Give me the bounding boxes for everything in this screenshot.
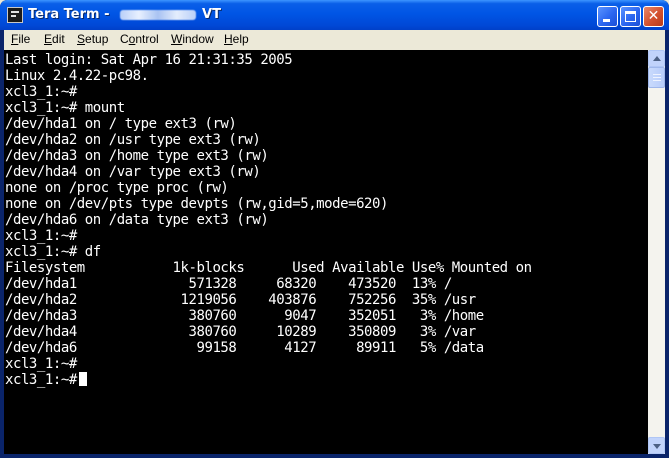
maximize-icon [625, 11, 636, 22]
terminal-output: Last login: Sat Apr 16 21:31:35 2005 Lin… [5, 52, 532, 388]
minimize-icon [603, 19, 610, 22]
menu-edit[interactable]: Edit [44, 32, 65, 46]
terminal-line: /dev/hda3 380760 9047 352051 3% /home [5, 308, 484, 324]
scrollbar-thumb[interactable] [648, 67, 665, 88]
menu-bar: File Edit Setup Control Window Help [4, 30, 665, 50]
redacted-hostname [120, 9, 197, 20]
terminal-line: xcl3_1:~# [5, 84, 77, 100]
terminal-line: /dev/hda2 1219056 403876 752256 35% /usr [5, 292, 476, 308]
terminal-line: Filesystem 1k-blocks Used Available Use%… [5, 260, 532, 276]
window-title-prefix: Tera Term - [28, 7, 115, 22]
close-button[interactable]: ✕ [643, 6, 664, 27]
terminal-line: /dev/hda4 on /var type ext3 (rw) [5, 164, 261, 180]
window-title-suffix: VT [202, 7, 221, 22]
terminal-line: none on /proc type proc (rw) [5, 180, 229, 196]
minimize-button[interactable] [597, 6, 618, 27]
terminal-line: /dev/hda1 on / type ext3 (rw) [5, 116, 237, 132]
title-bar[interactable]: Tera Term - VT ✕ [0, 0, 669, 30]
grip-line [653, 80, 661, 81]
menu-window[interactable]: Window [171, 32, 214, 46]
tera-term-window: Tera Term - VT ✕ File Edit Setup Control… [0, 0, 669, 458]
text-cursor [78, 372, 87, 386]
terminal-line: /dev/hda4 380760 10289 350809 3% /var [5, 324, 476, 340]
menu-setup[interactable]: Setup [77, 32, 108, 46]
terminal-line: /dev/hda6 on /data type ext3 (rw) [5, 212, 269, 228]
terminal-line: /dev/hda3 on /home type ext3 (rw) [5, 148, 269, 164]
terminal-screen[interactable]: Last login: Sat Apr 16 21:31:35 2005 Lin… [4, 50, 648, 454]
terminal-line: /dev/hda1 571328 68320 473520 13% / [5, 276, 452, 292]
terminal-line: /dev/hda6 99158 4127 89911 5% /data [5, 340, 484, 356]
grip-line [653, 77, 661, 78]
window-title: Tera Term - VT [28, 7, 221, 22]
terminal-line: Last login: Sat Apr 16 21:31:35 2005 [5, 52, 293, 68]
maximize-button[interactable] [620, 6, 641, 27]
terminal-line: xcl3_1:~# [5, 228, 77, 244]
terminal-line: Linux 2.4.22-pc98. [5, 68, 149, 84]
menu-control[interactable]: Control [120, 32, 159, 46]
scroll-down-button[interactable] [648, 437, 665, 454]
close-icon: ✕ [647, 8, 660, 24]
menu-file[interactable]: File [11, 32, 30, 46]
scroll-up-button[interactable] [648, 50, 665, 67]
terminal-prompt: xcl3_1:~# [5, 372, 77, 388]
terminal-line: none on /dev/pts type devpts (rw,gid=5,m… [5, 196, 388, 212]
tera-term-app-icon[interactable] [7, 7, 23, 23]
vertical-scrollbar[interactable] [648, 50, 665, 454]
menu-help[interactable]: Help [224, 32, 249, 46]
terminal-line: /dev/hda2 on /usr type ext3 (rw) [5, 132, 261, 148]
terminal-line: xcl3_1:~# mount [5, 100, 125, 116]
terminal-line: xcl3_1:~# [5, 356, 77, 372]
grip-line [653, 74, 661, 75]
terminal-line: xcl3_1:~# df [5, 244, 101, 260]
